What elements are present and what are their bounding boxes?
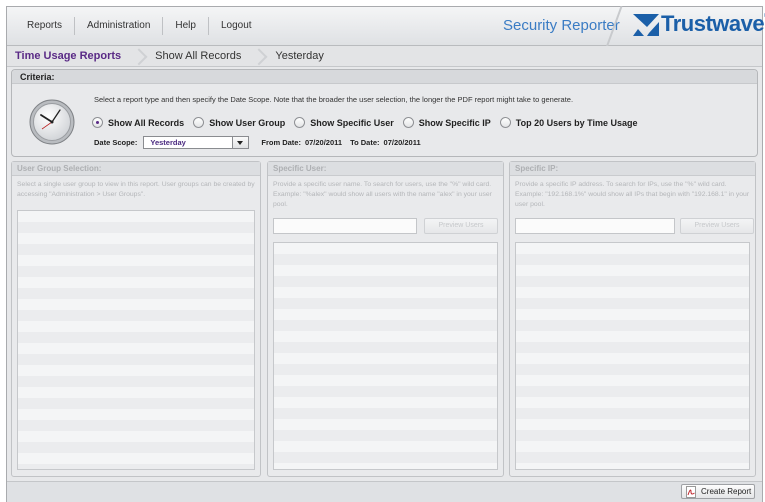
logo-wordmark: Trustwave® <box>661 11 765 37</box>
radio-button[interactable] <box>499 117 511 128</box>
clock-icon <box>29 99 75 145</box>
breadcrumb-time-usage-reports[interactable]: Time Usage Reports <box>7 50 129 62</box>
menu-reports[interactable]: Reports <box>15 17 76 35</box>
specific-user-panel: Specific User: Provide a specific user n… <box>267 161 504 477</box>
user-group-list[interactable] <box>17 210 255 470</box>
radio-show-specific-user[interactable]: Show Specific User <box>294 117 394 128</box>
specific-ip-panel: Specific IP: Provide a specific IP addre… <box>509 161 756 477</box>
bottom-toolbar: Create Report <box>7 481 762 502</box>
main-menu: Reports Administration Help Logout <box>15 7 264 45</box>
top-menu-bar: Reports Administration Help Logout Secur… <box>7 5 765 49</box>
criteria-instructions: Select a report type and then specify th… <box>94 95 574 104</box>
from-date-label: From Date: <box>261 138 301 147</box>
radio-show-user-group[interactable]: Show User Group <box>193 117 285 128</box>
date-scope-select[interactable]: Yesterday <box>143 136 250 149</box>
specific-user-description: Provide a specific user name. To search … <box>273 181 492 208</box>
radio-show-specific-ip[interactable]: Show Specific IP <box>402 117 491 128</box>
trustwave-logo-icon <box>633 14 659 36</box>
preview-ips-button[interactable]: Preview Users <box>680 218 754 234</box>
report-type-radio-group: Show All Records Show User Group Show Sp… <box>92 117 646 128</box>
preview-users-button[interactable]: Preview Users <box>424 218 498 234</box>
create-report-button[interactable]: Create Report <box>681 484 755 499</box>
radio-label: Show Specific User <box>310 117 394 128</box>
date-scope-row: Date Scope: Yesterday From Date: 07/20/2… <box>94 136 429 149</box>
specific-user-list[interactable] <box>273 242 498 470</box>
user-group-panel: User Group Selection: Select a single us… <box>11 161 261 477</box>
breadcrumb-separator-icon <box>249 46 267 66</box>
radio-label: Show All Records <box>108 117 185 128</box>
specific-ip-title: Specific IP: <box>510 162 755 176</box>
radio-button-checked[interactable] <box>92 117 103 128</box>
radio-show-all-records[interactable]: Show All Records <box>92 117 184 128</box>
radio-button[interactable] <box>193 117 205 128</box>
user-group-title: User Group Selection: <box>12 162 260 176</box>
to-date-value: 07/20/2011 <box>383 138 421 147</box>
specific-ip-search-input[interactable] <box>515 218 675 234</box>
radio-top-20-users[interactable]: Top 20 Users by Time Usage <box>499 117 638 128</box>
to-date-label: To Date: <box>350 138 380 147</box>
logo-divider <box>605 5 623 49</box>
menu-help[interactable]: Help <box>163 17 209 35</box>
radio-label: Show Specific IP <box>418 117 491 128</box>
breadcrumb: Time Usage Reports Show All Records Yest… <box>7 46 762 67</box>
from-date-value: 07/20/2011 <box>304 138 343 147</box>
menu-administration[interactable]: Administration <box>75 17 164 35</box>
trustwave-logo: Trustwave® <box>605 5 765 49</box>
criteria-panel: Criteria: Select a report type and then … <box>11 69 758 157</box>
breadcrumb-separator-icon <box>129 46 147 66</box>
radio-button[interactable] <box>294 117 306 128</box>
app-window: Reports Administration Help Logout Secur… <box>6 5 765 502</box>
menu-logout[interactable]: Logout <box>209 17 264 35</box>
radio-label: Show User Group <box>209 117 286 128</box>
radio-button[interactable] <box>402 117 414 128</box>
specific-user-title: Specific User: <box>268 162 503 176</box>
pdf-icon <box>686 485 696 498</box>
date-scope-label: Date Scope: <box>94 138 138 147</box>
user-group-description: Select a single user group to view in th… <box>17 181 255 198</box>
specific-user-search-input[interactable] <box>273 218 417 234</box>
specific-ip-description: Provide a specific IP address. To search… <box>515 181 750 208</box>
chevron-down-icon[interactable] <box>232 137 249 148</box>
create-report-label: Create Report <box>701 487 752 496</box>
breadcrumb-yesterday: Yesterday <box>275 50 324 62</box>
radio-label: Top 20 Users by Time Usage <box>515 117 638 128</box>
breadcrumb-show-all-records[interactable]: Show All Records <box>147 50 249 62</box>
criteria-title: Criteria: <box>12 70 757 84</box>
date-scope-value: Yesterday <box>150 138 186 147</box>
logo-text: Trustwave <box>661 11 765 36</box>
specific-ip-list[interactable] <box>515 242 750 470</box>
product-name: Security Reporter <box>503 17 620 34</box>
